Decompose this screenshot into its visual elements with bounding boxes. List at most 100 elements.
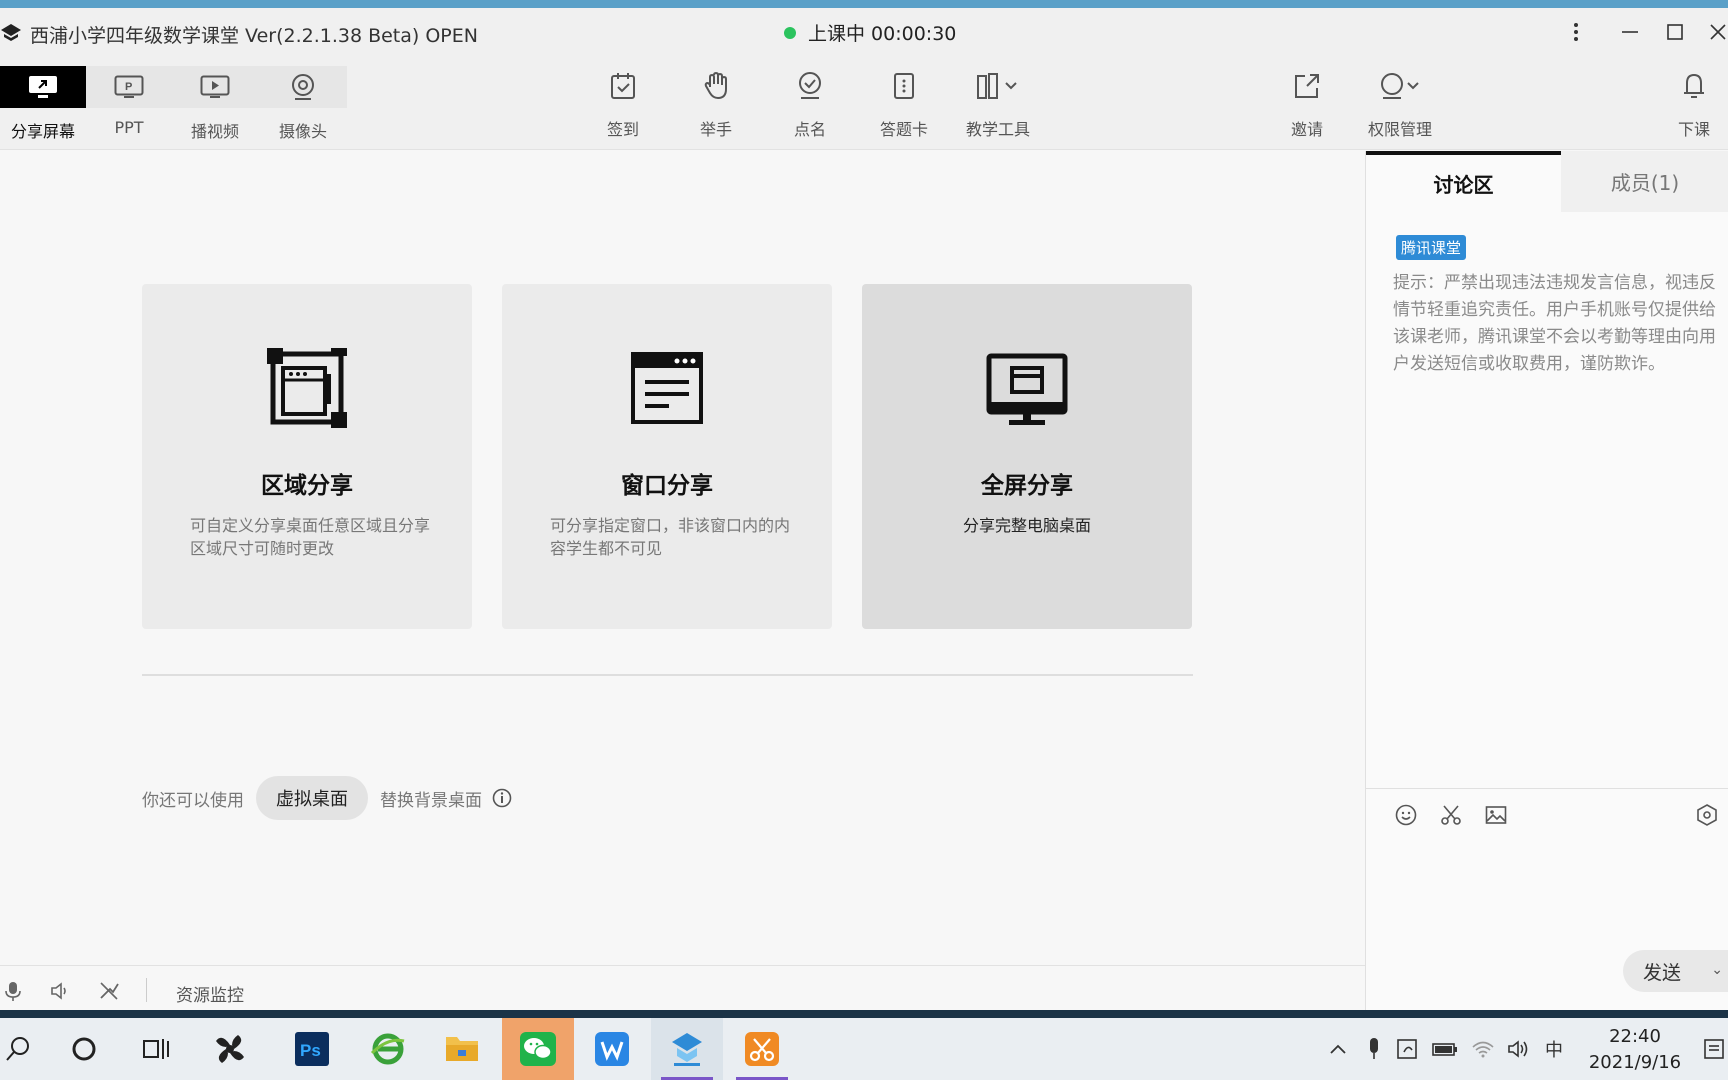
fullscreen-share-title: 全屏分享: [981, 473, 1073, 499]
minimize-icon[interactable]: [1612, 16, 1648, 48]
virtual-desktop-row: 你还可以使用 虚拟桌面 替换背景桌面: [142, 776, 512, 820]
bell-icon: [1684, 73, 1704, 98]
window-share-icon: [631, 352, 703, 424]
chevron-down-icon[interactable]: ⌄: [1711, 962, 1723, 978]
tencent-classroom-badge: 腾讯课堂: [1396, 235, 1467, 260]
tray-wifi-icon[interactable]: [1468, 1018, 1498, 1080]
tab-label: PPT: [114, 118, 144, 137]
tray-sync-icon[interactable]: [1394, 1018, 1422, 1080]
file-explorer-icon[interactable]: [426, 1018, 498, 1080]
settings-hex-icon[interactable]: [1695, 803, 1719, 827]
send-label: 发送: [1643, 961, 1682, 984]
microphone-icon[interactable]: [2, 980, 24, 1002]
checkin-button[interactable]: 签到: [578, 66, 668, 142]
tab-share-screen[interactable]: 分享屏幕: [0, 66, 86, 142]
panel-tabs: 讨论区 成员(1): [1366, 151, 1728, 212]
region-share-icon: [267, 348, 347, 428]
tab-members[interactable]: 成员(1): [1561, 151, 1728, 212]
taskbar-clock[interactable]: 22:40 2021/9/16: [1575, 1024, 1695, 1076]
play-video-icon: [200, 75, 230, 98]
end-class-button[interactable]: 下课: [1660, 66, 1728, 142]
chat-notice: 提示：严禁出现违法违规发言信息，视违反情节轻重追究责任。用户手机账号仅提供给该课…: [1393, 273, 1716, 374]
svg-text:Ps: Ps: [300, 1041, 321, 1060]
permissions-button[interactable]: 权限管理: [1355, 66, 1445, 142]
roll-call-icon: [799, 72, 821, 99]
search-icon[interactable]: [0, 1018, 54, 1080]
maximize-icon[interactable]: [1657, 16, 1693, 48]
title-bar: 西浦小学四年级数学课堂 Ver(2.2.1.38 Beta) OPEN 上课中 …: [0, 8, 1728, 58]
permissions-icon: [1381, 73, 1419, 99]
photoshop-icon[interactable]: Ps: [276, 1018, 348, 1080]
invite-button[interactable]: 邀请: [1262, 66, 1352, 142]
pinwheel-app-icon[interactable]: [194, 1018, 266, 1080]
roll-call-label: 点名: [793, 120, 826, 139]
tray-microphone-icon[interactable]: [1360, 1018, 1388, 1080]
tray-volume-icon[interactable]: [1504, 1018, 1534, 1080]
tab-discussion[interactable]: 讨论区: [1366, 151, 1561, 212]
browser-e-icon[interactable]: [352, 1018, 424, 1080]
more-menu-icon[interactable]: [1558, 16, 1594, 48]
virtual-desktop-prefix: 你还可以使用: [142, 790, 244, 811]
permissions-label: 权限管理: [1367, 120, 1432, 139]
resource-monitor-label[interactable]: 资源监控: [176, 981, 244, 1006]
teaching-tools-button[interactable]: 教学工具: [953, 66, 1043, 142]
virtual-desktop-suffix: 替换背景桌面: [380, 790, 482, 811]
cortana-icon[interactable]: [48, 1018, 120, 1080]
app-logo-icon: [1, 24, 21, 41]
content-divider: [142, 674, 1193, 676]
share-content-area: 区域分享 可自定义分享桌面任意区域且分享区域尺寸可随时更改 窗口分享 可分享指定…: [0, 151, 1365, 1015]
speaker-icon[interactable]: [49, 980, 71, 1002]
emoji-icon[interactable]: [1394, 803, 1418, 827]
notification-center-icon[interactable]: [1700, 1018, 1728, 1080]
window-share-desc: 可分享指定窗口，非该窗口内的内容学生都不可见: [550, 516, 791, 558]
chat-input-divider: [1366, 788, 1728, 789]
tab-label: 分享屏幕: [10, 122, 75, 141]
invite-label: 邀请: [1290, 120, 1323, 139]
roll-call-button[interactable]: 点名: [765, 66, 855, 142]
info-icon[interactable]: [492, 788, 512, 808]
close-icon[interactable]: [1700, 16, 1728, 48]
discussion-panel: 讨论区 成员(1) 腾讯课堂 提示：严禁出现违法违规发言信息，视违反情节轻重追究…: [1365, 151, 1728, 1010]
tab-ppt[interactable]: P PPT: [86, 66, 172, 142]
checkin-label: 签到: [606, 120, 639, 139]
teaching-tools-label: 教学工具: [965, 120, 1030, 139]
wps-icon[interactable]: [576, 1018, 648, 1080]
windows-taskbar: Ps 中 22:40 2021/9/16: [0, 1018, 1728, 1080]
camera-off-icon[interactable]: [98, 980, 120, 1002]
tab-camera[interactable]: 摄像头: [260, 66, 346, 142]
wechat-icon[interactable]: [502, 1018, 574, 1080]
answer-card-button[interactable]: 答题卡: [859, 66, 949, 142]
teaching-tools-icon: [977, 73, 1017, 99]
virtual-desktop-button[interactable]: 虚拟桌面: [256, 776, 368, 820]
live-timer: 上课中 00:00:30: [808, 23, 957, 45]
toolbar: 分享屏幕 P PPT 播视频 摄像头 签到 举手 点名 答题卡 教学工具 邀请 …: [0, 58, 1728, 150]
screenshot-tool-icon[interactable]: [726, 1018, 798, 1080]
tray-ime-indicator[interactable]: 中: [1540, 1018, 1568, 1080]
raise-hand-button[interactable]: 举手: [671, 66, 761, 142]
answer-card-label: 答题卡: [879, 120, 928, 139]
tab-label: 播视频: [190, 122, 239, 141]
end-class-label: 下课: [1677, 120, 1710, 139]
region-share-card[interactable]: 区域分享 可自定义分享桌面任意区域且分享区域尺寸可随时更改: [142, 284, 472, 629]
window-share-title: 窗口分享: [621, 473, 713, 499]
tray-battery-icon[interactable]: [1430, 1018, 1460, 1080]
answer-card-icon: [894, 73, 914, 99]
task-view-icon[interactable]: [120, 1018, 192, 1080]
tencent-classroom-taskbar-icon[interactable]: [651, 1018, 723, 1080]
share-screen-icon: [29, 76, 57, 98]
region-share-title: 区域分享: [261, 473, 353, 499]
window-title: 西浦小学四年级数学课堂 Ver(2.2.1.38 Beta) OPEN: [30, 25, 478, 47]
svg-text:P: P: [125, 81, 132, 93]
camera-icon: [292, 74, 314, 100]
tray-chevron-up-icon[interactable]: [1324, 1018, 1352, 1080]
fullscreen-share-desc: 分享完整电脑桌面: [962, 516, 1091, 535]
live-indicator-dot: [784, 26, 796, 39]
raise-hand-icon: [704, 71, 727, 100]
screenshot-scissors-icon[interactable]: [1439, 803, 1463, 827]
window-share-card[interactable]: 窗口分享 可分享指定窗口，非该窗口内的内容学生都不可见: [502, 284, 832, 629]
image-icon[interactable]: [1484, 803, 1508, 827]
tab-play-video[interactable]: 播视频: [172, 66, 258, 142]
send-button[interactable]: 发送 ⌄: [1623, 950, 1728, 992]
invite-icon: [1295, 74, 1319, 98]
fullscreen-share-card[interactable]: 全屏分享 分享完整电脑桌面: [862, 284, 1192, 629]
